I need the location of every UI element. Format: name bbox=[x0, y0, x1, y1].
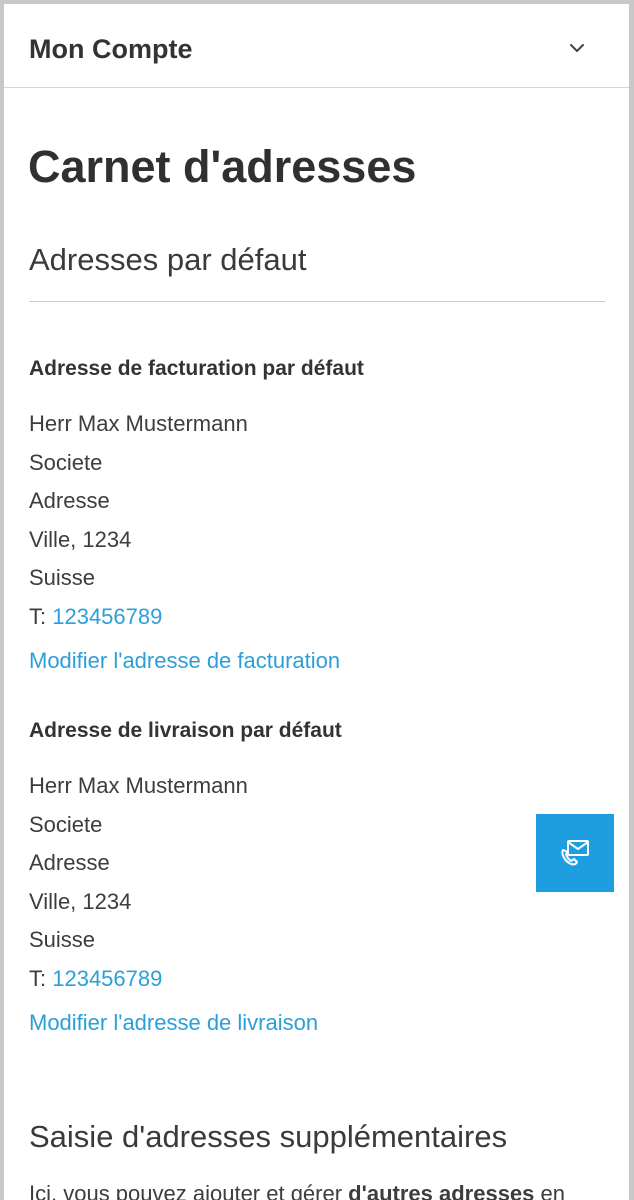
additional-text-start: Ici, vous pouvez ajouter et gérer bbox=[29, 1181, 349, 1200]
billing-phone-line: T: 123456789 bbox=[29, 598, 248, 637]
account-menu-label: Mon Compte bbox=[29, 34, 193, 64]
shipping-street: Adresse bbox=[29, 850, 110, 875]
default-addresses-heading: Adresses par défaut bbox=[29, 242, 307, 277]
billing-city: Ville, 1234 bbox=[29, 526, 132, 552]
page-title: Carnet d'adresses bbox=[28, 141, 417, 192]
chevron-down-icon[interactable] bbox=[567, 38, 587, 58]
billing-company: Societe bbox=[29, 449, 103, 475]
shipping-country: Suisse bbox=[29, 927, 96, 952]
shipping-phone-link[interactable]: 123456789 bbox=[52, 966, 162, 991]
shipping-name: Herr Max Mustermann bbox=[29, 773, 248, 798]
shipping-city: Ville, 1234 bbox=[29, 888, 132, 914]
billing-address: Herr Max Mustermann Societe Adresse Vill… bbox=[29, 405, 248, 636]
edit-billing-address-link[interactable]: Modifier l'adresse de facturation bbox=[29, 646, 340, 676]
edit-shipping-address-link[interactable]: Modifier l'adresse de livraison bbox=[29, 1008, 318, 1038]
account-menu-toggle[interactable]: Mon Compte bbox=[4, 4, 629, 88]
contact-button[interactable] bbox=[536, 814, 614, 892]
billing-country: Suisse bbox=[29, 565, 96, 590]
section-divider bbox=[29, 301, 605, 302]
billing-name: Herr Max Mustermann bbox=[29, 411, 248, 436]
shipping-phone-prefix: T: bbox=[29, 965, 53, 991]
shipping-address: Herr Max Mustermann Societe Adresse Vill… bbox=[29, 767, 248, 998]
additional-addresses-heading: Saisie d'adresses supplémentaires bbox=[29, 1119, 508, 1154]
billing-address-heading: Adresse de facturation par défaut bbox=[29, 357, 364, 380]
additional-text-bold: d'autres adresses bbox=[348, 1181, 535, 1200]
mail-phone-icon bbox=[561, 840, 589, 866]
billing-phone-link[interactable]: 123456789 bbox=[52, 604, 162, 629]
billing-phone-prefix: T: bbox=[29, 603, 53, 629]
shipping-phone-line: T: 123456789 bbox=[29, 960, 248, 999]
additional-text-end: en bbox=[534, 1181, 565, 1200]
page-frame: Mon Compte Carnet d'adresses Adresses pa… bbox=[4, 4, 629, 1200]
shipping-address-heading: Adresse de livraison par défaut bbox=[29, 719, 342, 742]
additional-addresses-text: Ici, vous pouvez ajouter et gérer d'autr… bbox=[29, 1178, 565, 1200]
billing-street: Adresse bbox=[29, 488, 110, 513]
shipping-company: Societe bbox=[29, 811, 103, 837]
